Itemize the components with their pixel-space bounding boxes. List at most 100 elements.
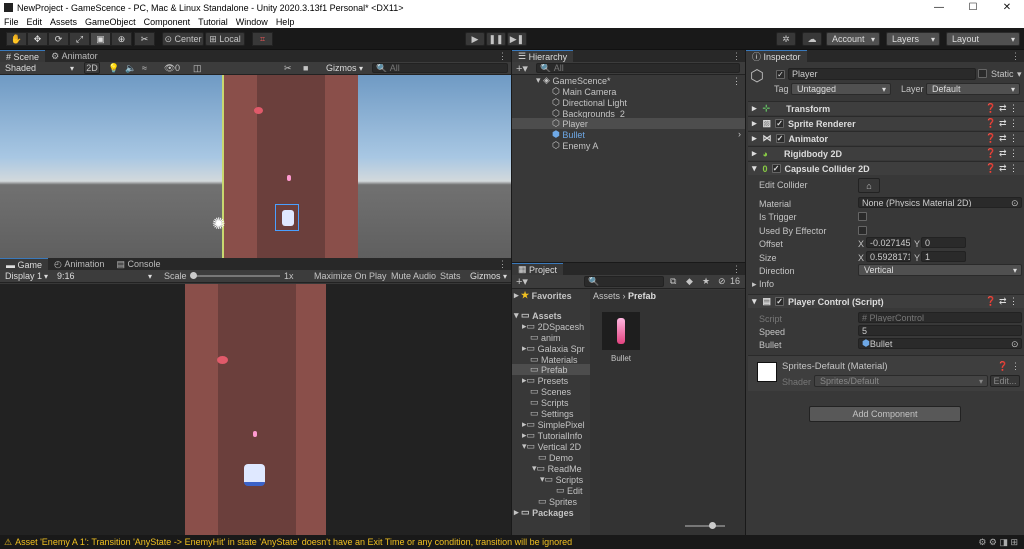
- scene-root-item[interactable]: ▾ ◈ GameScence*: [536, 75, 611, 86]
- filter-label-icon[interactable]: ◆: [686, 276, 693, 287]
- project-create-icon[interactable]: +▾: [516, 275, 528, 288]
- scale-tool-icon[interactable]: ⤢: [69, 32, 90, 46]
- menu-help[interactable]: Help: [276, 17, 295, 27]
- component-actions-icon[interactable]: ❓ ⇄ ⋮: [985, 296, 1018, 307]
- project-menu-icon[interactable]: ⋮: [732, 264, 741, 275]
- info-foldout[interactable]: ▸ Info: [752, 279, 774, 290]
- player-selection-box[interactable]: [275, 204, 299, 231]
- scene-enemy-sprite[interactable]: [254, 107, 263, 114]
- is-trigger-checkbox[interactable]: [858, 212, 867, 223]
- folder-item[interactable]: ▸ ▭ Galaxia Spr: [522, 343, 585, 354]
- hierarchy-item-main-camera[interactable]: ⬡ Main Camera: [552, 86, 616, 97]
- shader-dropdown[interactable]: Sprites/Default: [814, 375, 988, 387]
- folder-item[interactable]: ▭ Scripts: [530, 397, 569, 408]
- game-viewport[interactable]: [0, 284, 511, 535]
- scene-search-input[interactable]: 🔍 All: [372, 63, 508, 73]
- hand-tool-icon[interactable]: ✋: [6, 32, 27, 46]
- icon-size-slider-handle[interactable]: [709, 522, 716, 529]
- component-capsule-collider-2d[interactable]: ▾ 0 ✓ Capsule Collider 2D ❓ ⇄ ⋮: [748, 161, 1024, 175]
- folder-item[interactable]: ▸ ▭ SimplePixel: [522, 419, 585, 430]
- folder-item[interactable]: ▭ Settings: [530, 408, 574, 419]
- audio-icon[interactable]: 🔈: [125, 63, 136, 74]
- active-checkbox[interactable]: ✓: [776, 69, 785, 79]
- visibility-icon[interactable]: 👁: [164, 63, 175, 74]
- edit-collider-button[interactable]: ⌂: [858, 178, 880, 193]
- hierarchy-item-player[interactable]: ⬡ Player: [552, 118, 588, 129]
- tab-hierarchy[interactable]: ☰ Hierarchy: [512, 50, 574, 62]
- folder-item-prefab[interactable]: ▭ Prefab: [530, 364, 568, 375]
- menu-component[interactable]: Component: [144, 17, 191, 27]
- account-dropdown[interactable]: Account: [826, 32, 880, 46]
- component-transform[interactable]: ▸ ⊹ Transform ❓ ⇄ ⋮: [748, 101, 1024, 115]
- game-gizmos-dropdown[interactable]: Gizmos: [465, 270, 511, 282]
- static-checkbox[interactable]: [978, 69, 987, 80]
- material-field[interactable]: None (Physics Material 2D): [858, 197, 1022, 208]
- menu-assets[interactable]: Assets: [50, 17, 77, 27]
- breadcrumb-assets[interactable]: Assets: [593, 291, 620, 301]
- object-name-field[interactable]: Player: [788, 68, 976, 80]
- direction-dropdown[interactable]: Vertical: [858, 264, 1022, 276]
- add-component-button[interactable]: Add Component: [809, 406, 961, 422]
- bullet-field[interactable]: ⬢ Bullet: [858, 338, 1022, 349]
- status-icons[interactable]: ⚙ ⚙ ◨ ⊞: [978, 537, 1018, 548]
- grid-snap-icon[interactable]: ⌗: [252, 32, 273, 46]
- folder-item[interactable]: ▸ ▭ 2DSpacesh: [522, 321, 584, 332]
- folder-item[interactable]: ▾ ▭ ReadMe: [532, 463, 582, 474]
- step-button[interactable]: ▶❚: [507, 32, 527, 46]
- component-actions-icon[interactable]: ❓ ⇄ ⋮: [985, 148, 1018, 159]
- static-dropdown-icon[interactable]: ▾: [1017, 69, 1022, 80]
- hierarchy-search-input[interactable]: 🔍 All: [536, 63, 740, 73]
- folder-item[interactable]: ▭ Scenes: [530, 386, 571, 397]
- shading-dropdown[interactable]: Shaded: [0, 62, 78, 74]
- panel-menu-icon[interactable]: ⋮: [498, 51, 507, 62]
- close-button[interactable]: ✕: [990, 0, 1024, 15]
- rect-tool-icon[interactable]: ▣: [90, 32, 111, 46]
- tab-animator[interactable]: ⚙ Animator: [45, 50, 104, 62]
- tab-console[interactable]: ▤ Console: [110, 258, 166, 270]
- shader-edit-button[interactable]: Edit...: [990, 375, 1020, 387]
- component-player-control-script[interactable]: ▾ ▤ ✓ Player Control (Script) ❓ ⇄ ⋮: [748, 294, 1024, 308]
- scene-bullet-sprite[interactable]: [287, 175, 291, 181]
- lighting-icon[interactable]: 💡: [108, 63, 119, 74]
- services-button[interactable]: ✲: [776, 32, 796, 46]
- folder-item[interactable]: ▾ ▭ Vertical 2D: [522, 441, 581, 452]
- used-by-effector-checkbox[interactable]: [858, 226, 867, 237]
- hierarchy-item-directional-light[interactable]: ⬡ Directional Light: [552, 97, 627, 108]
- component-actions-icon[interactable]: ❓ ⇄ ⋮: [985, 133, 1018, 144]
- component-sprite-renderer[interactable]: ▸ ▨ ✓ Sprite Renderer ❓ ⇄ ⋮: [748, 116, 1024, 130]
- scene-viewport[interactable]: ✺: [0, 75, 511, 258]
- play-button[interactable]: ▶: [465, 32, 485, 46]
- scene-menu-icon[interactable]: ⋮: [732, 76, 741, 87]
- stats-button[interactable]: Stats: [440, 271, 461, 281]
- favorite-star-icon[interactable]: ★: [702, 276, 710, 287]
- prefab-arrow-icon[interactable]: ›: [738, 129, 741, 139]
- mute-audio-button[interactable]: Mute Audio: [391, 271, 436, 281]
- tab-game[interactable]: ▬ Game: [0, 258, 49, 270]
- menu-file[interactable]: File: [4, 17, 19, 27]
- display-dropdown[interactable]: Display 1: [0, 270, 52, 282]
- offset-y-field[interactable]: 0: [921, 237, 966, 248]
- tools-icon[interactable]: ✂: [284, 63, 292, 74]
- pivot-local-button[interactable]: ⊞ Local: [205, 32, 245, 46]
- breadcrumb-prefab[interactable]: Prefab: [628, 291, 656, 301]
- component-actions-icon[interactable]: ❓ ⇄ ⋮: [985, 118, 1018, 129]
- folder-item[interactable]: ▸ ▭ TutorialInfo: [522, 430, 582, 441]
- light-gizmo-icon[interactable]: ✺: [212, 214, 225, 234]
- filter-type-icon[interactable]: ⧉: [670, 276, 676, 287]
- component-rigidbody-2d[interactable]: ▸ ◕ Rigidbody 2D ❓ ⇄ ⋮: [748, 146, 1024, 160]
- enabled-checkbox[interactable]: ✓: [775, 297, 785, 306]
- tab-scene[interactable]: # Scene: [0, 50, 46, 62]
- enabled-checkbox[interactable]: ✓: [771, 164, 781, 173]
- custom-tool-icon[interactable]: ✂: [134, 32, 155, 46]
- menu-edit[interactable]: Edit: [27, 17, 43, 27]
- layout-dropdown[interactable]: Layout: [946, 32, 1020, 46]
- minimize-button[interactable]: —: [922, 0, 956, 15]
- effects-icon[interactable]: ≈: [142, 63, 147, 73]
- folder-item[interactable]: ▭ anim: [530, 332, 561, 343]
- transform-tool-icon[interactable]: ⊕: [111, 32, 132, 46]
- project-search-input[interactable]: 🔍: [584, 276, 664, 287]
- component-actions-icon[interactable]: ❓ ⇄ ⋮: [985, 103, 1018, 114]
- folder-item[interactable]: ▾ ▭ Scripts: [540, 474, 583, 485]
- hidden-packages-icon[interactable]: ⊘: [718, 276, 726, 287]
- component-animator[interactable]: ▸ ⋈ ✓ Animator ❓ ⇄ ⋮: [748, 131, 1024, 145]
